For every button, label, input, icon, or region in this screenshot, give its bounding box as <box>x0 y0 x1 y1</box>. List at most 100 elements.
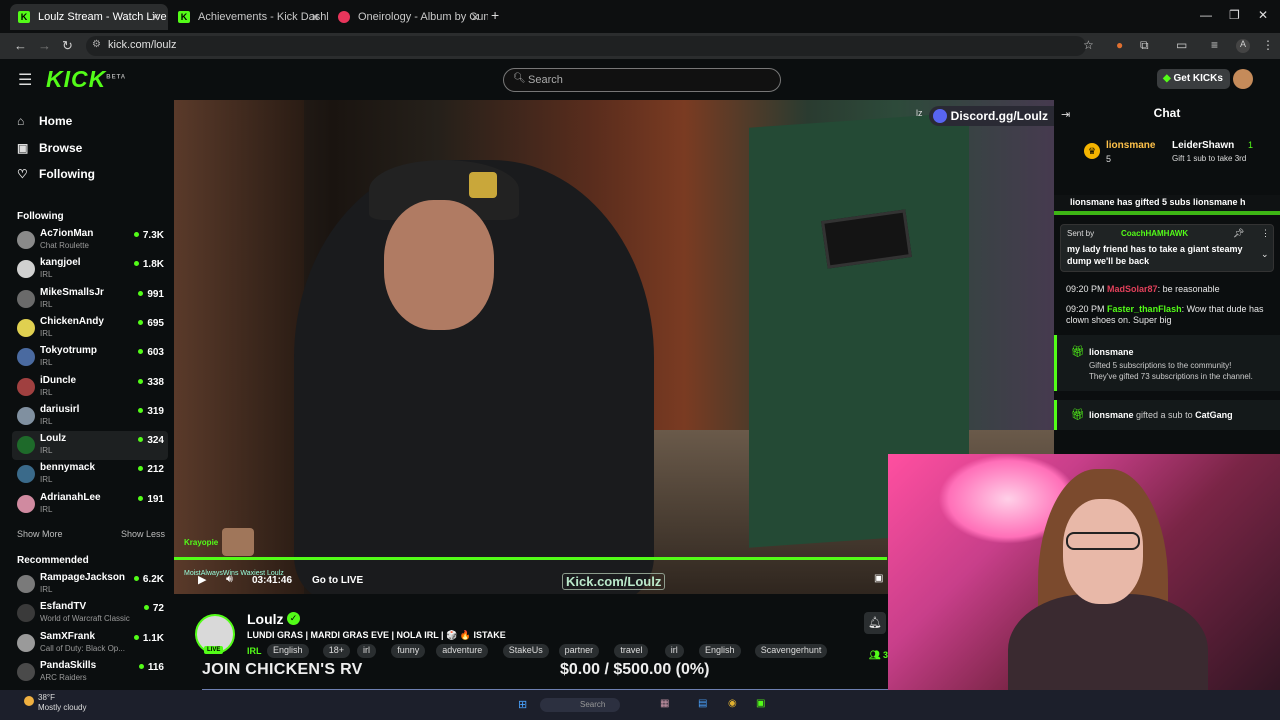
stream-tag[interactable]: 18+ <box>322 644 351 658</box>
sidebar-channel-tokyotrump[interactable]: Tokyotrump IRL 603 <box>12 343 168 372</box>
kick-app-icon[interactable]: ▣ <box>756 698 765 709</box>
gift-user[interactable]: lionsmane <box>1089 347 1134 357</box>
notification-bell-icon[interactable]: 🔔︎ <box>864 612 886 634</box>
sidebar-channel-bennymack[interactable]: bennymack IRL 212 <box>12 460 168 489</box>
extension-icon[interactable]: ● <box>1116 38 1123 52</box>
go-to-live-button[interactable]: Go to LIVE <box>312 575 363 586</box>
stream-tag[interactable]: adventure <box>436 644 489 658</box>
show-less-link[interactable]: Show Less <box>121 529 165 539</box>
sidebar-channel-esfandtv[interactable]: EsfandTV World of Warcraft Classic 72 <box>12 599 168 628</box>
sidebar-channel-ac7ionman[interactable]: Ac7ionMan Chat Roulette 7.3K <box>12 226 168 255</box>
get-kicks-button[interactable]: ◆ Get KICKs <box>1157 69 1230 89</box>
channel-avatar <box>17 348 35 367</box>
stream-category[interactable]: IRL <box>247 646 262 656</box>
sidebar-channel-rampagejackson[interactable]: RampageJackson IRL 6.2K <box>12 570 168 599</box>
stream-tag[interactable]: StakeUs <box>502 644 549 658</box>
stream-tag[interactable]: travel <box>614 644 649 658</box>
minimize-icon[interactable]: — <box>1200 8 1212 22</box>
sidebar-browse[interactable]: ▣ Browse <box>17 141 82 155</box>
video-progress-bar[interactable] <box>174 557 887 560</box>
stream-tag[interactable]: funny <box>391 644 426 658</box>
stream-tag[interactable]: irl <box>664 644 684 658</box>
chat-message: 09:20 PM Faster_thanFlash: Wow that dude… <box>1066 304 1264 325</box>
site-info-icon[interactable]: ⚙ <box>92 39 101 50</box>
chat-user[interactable]: Faster_thanFlash <box>1107 304 1182 314</box>
sidebar-home[interactable]: ⌂ Home <box>17 114 72 128</box>
back-icon[interactable]: ← <box>14 38 27 53</box>
play-icon[interactable]: ▶ <box>198 573 206 586</box>
chat-time: 09:20 PM <box>1066 304 1105 314</box>
media-icon[interactable]: ≡ <box>1211 38 1218 52</box>
channel-name: kangjoel <box>40 257 81 269</box>
sidebar-channel-mikesmallsjr[interactable]: MikeSmallsJr IRL 991 <box>12 285 168 314</box>
sidebar-channel-dariusirl[interactable]: dariusirl IRL 319 <box>12 402 168 431</box>
url-field[interactable]: ⚙ kick.com/loulz <box>86 36 1086 56</box>
sidebar-channel-pandaskills[interactable]: PandaSkills ARC Raiders 116 <box>12 658 168 687</box>
channel-viewers: 324 <box>138 435 164 446</box>
hamburger-menu-icon[interactable]: ☰ <box>18 70 32 90</box>
verified-icon: ✓ <box>287 612 300 625</box>
leader-count-2: 1 <box>1248 140 1254 150</box>
pip-icon[interactable]: ▣ <box>874 573 883 584</box>
chrome-icon[interactable]: ◉ <box>728 698 737 709</box>
forward-icon[interactable]: → <box>38 38 51 53</box>
pinned-more-icon[interactable]: ⋮ <box>1261 228 1270 239</box>
taskbar-app-icon[interactable]: ▦ <box>660 698 669 709</box>
pin-icon[interactable]: 📌︎ <box>1233 228 1244 239</box>
maximize-icon[interactable]: ❐ <box>1229 8 1240 22</box>
stream-tag[interactable]: English <box>267 644 309 658</box>
channel-category: IRL <box>40 387 53 397</box>
pinned-user[interactable]: CoachHAMHAWK <box>1121 229 1188 238</box>
browser-menu-icon[interactable]: ⋮ <box>1262 38 1274 52</box>
viewer-count: 👥︎ 3 <box>869 650 888 661</box>
file-explorer-icon[interactable]: ▤ <box>698 698 707 709</box>
channel-viewers: 695 <box>138 318 164 329</box>
channel-category: IRL <box>40 358 53 368</box>
chat-user[interactable]: MadSolar87 <box>1107 284 1158 294</box>
stream-tag[interactable]: English <box>699 644 741 658</box>
profile-icon[interactable]: A <box>1236 39 1250 53</box>
stream-tag[interactable]: Scavengerhunt <box>754 644 828 658</box>
channel-avatar <box>17 231 35 249</box>
sidebar-channel-adrianahlee[interactable]: AdrianahLee IRL 191 <box>12 490 168 519</box>
leader-user-1[interactable]: lionsmane <box>1106 140 1155 151</box>
close-tab-icon[interactable]: ✕ <box>311 11 320 24</box>
windows-start-icon[interactable]: ⊞ <box>518 698 527 711</box>
discord-overlay: Discord.gg/Loulz <box>928 106 1054 126</box>
close-window-icon[interactable]: ✕ <box>1258 8 1268 22</box>
stream-tag[interactable]: irl <box>357 644 376 658</box>
bookmark-star-icon[interactable]: ☆ <box>1083 38 1094 52</box>
search-input[interactable]: 🔍︎ Search <box>503 68 781 92</box>
channel-name: EsfandTV <box>40 601 87 613</box>
extensions-puzzle-icon[interactable]: ⧉ <box>1140 38 1149 53</box>
channel-avatar <box>17 289 35 308</box>
streamer-name[interactable]: Loulz <box>247 611 284 627</box>
stream-tag[interactable]: partner <box>558 644 600 658</box>
gift-user[interactable]: lionsmane <box>1089 410 1134 420</box>
address-bar: ← → ↻ ⚙ kick.com/loulz ☆ ● ⧉ ▭ ≡ A ⋮ <box>0 33 1280 59</box>
show-more-link[interactable]: Show More <box>17 529 63 539</box>
new-tab-icon[interactable]: + <box>491 7 499 23</box>
tab-loulz-stream[interactable]: K Loulz Stream - Watch Live on K ✕ <box>10 4 168 30</box>
sidebar-following[interactable]: ♡ Following <box>17 167 95 181</box>
tab-achievements[interactable]: K Achievements - Kick Dashboard ✕ <box>170 4 328 30</box>
sidebar-channel-iduncle[interactable]: iDuncle IRL 338 <box>12 373 168 402</box>
taskbar-search[interactable]: Search <box>540 698 620 712</box>
leader-user-2[interactable]: LeiderShawn <box>1172 140 1234 151</box>
user-avatar[interactable] <box>1233 69 1253 89</box>
sidebar-channel-chickenandy[interactable]: ChickenAndy IRL 695 <box>12 314 168 343</box>
reload-icon[interactable]: ↻ <box>62 38 73 54</box>
pinned-expand-icon[interactable]: ⌄ <box>1261 249 1269 260</box>
gift-target[interactable]: CatGang <box>1195 410 1233 420</box>
close-tab-icon[interactable]: ✕ <box>151 11 160 24</box>
weather-widget[interactable]: 38°F Mostly cloudy <box>38 693 86 713</box>
gift-message: 🎁︎ lionsmane gifted a sub to CatGang <box>1054 400 1280 430</box>
volume-icon[interactable]: 🔊︎ <box>226 573 233 586</box>
cast-icon[interactable]: ▭ <box>1176 38 1187 52</box>
tab-oneirology[interactable]: Oneirology - Album by Cunnin ✕ <box>330 4 488 30</box>
close-tab-icon[interactable]: ✕ <box>471 11 480 24</box>
sidebar-channel-loulz[interactable]: Loulz IRL 324 <box>12 431 168 461</box>
sidebar-channel-kangjoel[interactable]: kangjoel IRL 1.8K <box>12 255 168 284</box>
sidebar-channel-samxfrank[interactable]: SamXFrank Call of Duty: Black Op... 1.1K <box>12 629 168 658</box>
kick-logo[interactable]: KICKBETA <box>46 66 126 93</box>
